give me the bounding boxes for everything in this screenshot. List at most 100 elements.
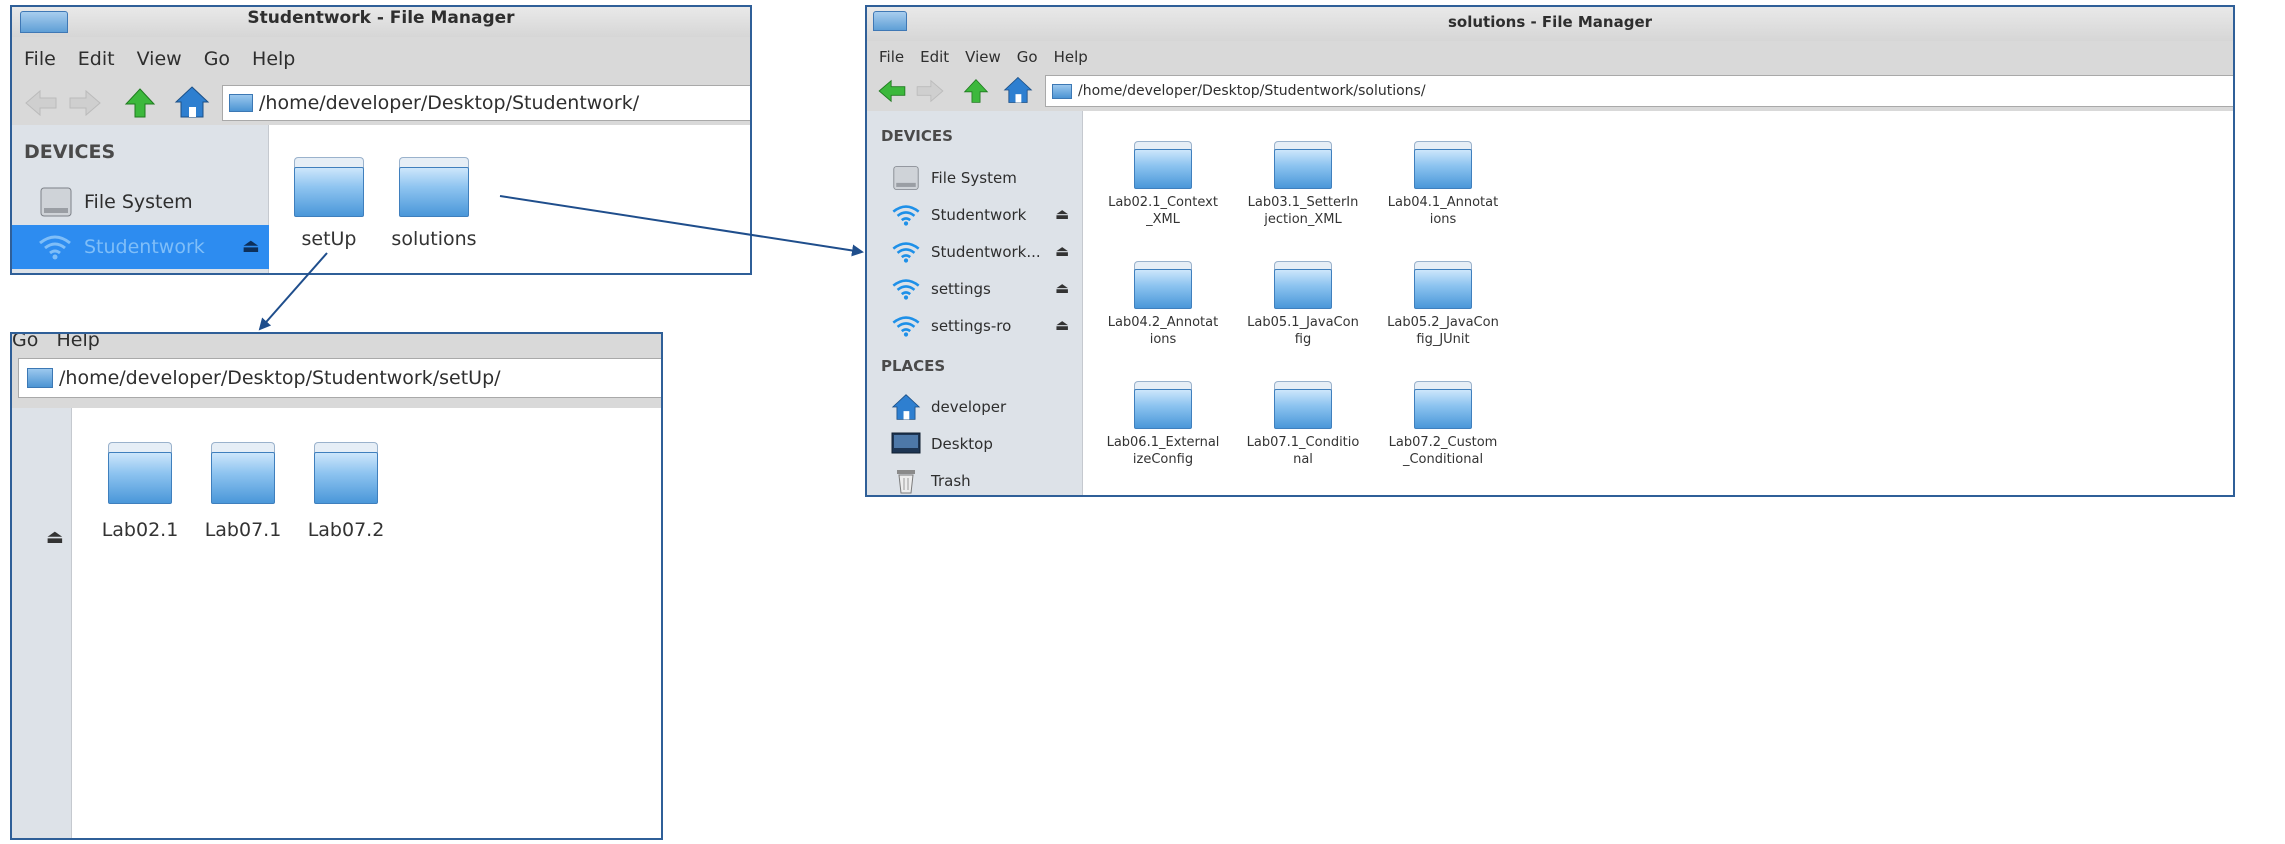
folder-label: jection_XML [1264,211,1342,227]
window-menu-icon[interactable] [873,11,907,31]
folder-item-lab07-1-conditional[interactable]: Lab07.1_Conditio nal [1233,381,1373,469]
home-icon[interactable] [174,85,210,119]
menu-partial-label[interactable]: Go Help [12,334,100,351]
back-arrow-icon[interactable] [877,79,907,103]
folder-label: Lab07.2 [307,519,385,541]
wifi-icon [892,205,920,226]
toolbar: /home/developer/Desktop/Studentwork/setU… [12,358,661,408]
sidebar-item-settings-ro[interactable]: settings-ro ⏏ [867,311,1083,341]
sidebar-item-label: File System [84,191,193,213]
sidebar-item-file-system[interactable]: File System [867,163,1083,193]
menu-file[interactable]: File [879,48,904,66]
folder-item-lab02-1-context-xml[interactable]: Lab02.1_Context _XML [1093,141,1233,229]
folder-label: fig_JUnit [1416,331,1470,347]
sidebar-item-label: settings-ro [931,317,1012,335]
folder-item-lab07-1[interactable]: Lab07.1 [195,442,291,543]
sidebar-item-label: developer [931,398,1007,416]
menu-go[interactable]: Go [1017,48,1038,66]
sidebar-item-desktop[interactable]: Desktop [867,428,1083,460]
sidebar-item-trash[interactable]: Trash [867,465,1083,495]
up-arrow-icon[interactable] [124,87,156,119]
folder-item-lab03-1-setter-injection-xml[interactable]: Lab03.1_SetterIn jection_XML [1233,141,1373,229]
location-bar[interactable]: /home/developer/Desktop/Studentwork/ [222,85,750,121]
folder-icon [211,442,275,504]
menu-help[interactable]: Help [1054,48,1088,66]
folder-label: nal [1293,451,1313,467]
sidebar-item-label: Desktop [931,435,993,453]
window-title: solutions - File Manager [1447,13,1653,31]
desktop-icon [891,432,921,454]
up-arrow-icon[interactable] [963,77,989,105]
location-bar[interactable]: /home/developer/Desktop/Studentwork/solu… [1045,75,2233,107]
folder-item-lab06-1-externalizeconfig[interactable]: Lab06.1_External izeConfig [1093,381,1233,469]
devices-header: DEVICES [24,141,116,163]
file-view: Lab02.1_Context _XML Lab03.1_SetterIn je… [1083,111,2233,495]
sidebar-item-developer[interactable]: developer [867,391,1083,423]
folder-label: Lab07.1_Conditio [1246,435,1360,450]
menu-edit[interactable]: Edit [920,48,949,66]
menu-view[interactable]: View [137,48,182,70]
folder-label: Lab05.2_JavaCon [1387,315,1499,330]
title-bar[interactable]: solutions - File Manager [867,7,2233,41]
home-icon[interactable] [1003,75,1033,105]
folder-icon [1134,381,1192,429]
folder-item-lab07-2[interactable]: Lab07.2 [298,442,394,543]
folder-item-solutions[interactable]: solutions [384,157,484,252]
location-bar[interactable]: /home/developer/Desktop/Studentwork/setU… [18,358,661,398]
sidebar-item-label: Studentwork [84,236,205,258]
folder-label: Lab06.1_External [1106,435,1220,450]
eject-icon[interactable]: ⏏ [1055,242,1069,260]
folder-label: izeConfig [1132,451,1194,467]
folder-icon [1414,381,1472,429]
sidebar: DEVICES File System Studentwork ⏏ [867,111,1083,495]
folder-item-lab04-2-annotations[interactable]: Lab04.2_Annotat ions [1093,261,1233,349]
toolbar: /home/developer/Desktop/Studentwork/solu… [867,73,2233,111]
back-arrow-icon[interactable] [24,89,58,117]
folder-icon [27,368,53,388]
folder-item-lab07-2-custom-conditional[interactable]: Lab07.2_Custom _Conditional [1373,381,1513,469]
menu-view[interactable]: View [965,48,1001,66]
sidebar-item-settings[interactable]: settings ⏏ [867,274,1083,304]
places-header: PLACES [881,357,946,375]
trash-icon [897,470,915,494]
folder-item-setup[interactable]: setUp [289,157,369,252]
sidebar-item-label: File System [931,169,1017,187]
sidebar-item-file-system[interactable]: File System [12,181,269,223]
menu-edit[interactable]: Edit [78,48,115,70]
sidebar-item-studentwork[interactable]: Studentwork ⏏ [867,200,1083,230]
eject-icon[interactable]: ⏏ [1055,279,1069,297]
wifi-icon [892,316,920,337]
window-menu-icon[interactable] [20,11,68,33]
drive-icon [893,166,919,190]
wifi-icon [892,242,920,263]
forward-arrow-icon[interactable] [915,79,945,103]
folder-icon [1052,83,1072,99]
menu-go[interactable]: Go [204,48,230,70]
folder-item-lab05-2-javaconfig-junit[interactable]: Lab05.2_JavaCon fig_JUnit [1373,261,1513,349]
folder-icon [229,94,253,112]
title-bar[interactable]: Studentwork - File Manager [12,7,750,37]
folder-item-lab04-1-annotations[interactable]: Lab04.1_Annotat ions [1373,141,1513,229]
sidebar-item-studentwork-2[interactable]: Studentwork... ⏏ [867,237,1083,267]
folder-item-lab05-1-javaconfig[interactable]: Lab05.1_JavaCon fig [1233,261,1373,349]
eject-icon[interactable]: ⏏ [1055,205,1069,223]
eject-icon[interactable]: ⏏ [242,235,260,257]
menu-help[interactable]: Help [252,48,295,70]
forward-arrow-icon[interactable] [68,89,102,117]
sidebar-item-label: Studentwork... [931,243,1041,261]
folder-label: Lab04.1_Annotat [1387,195,1499,210]
folder-icon [1414,261,1472,309]
folder-item-lab02-1[interactable]: Lab02.1 [92,442,188,543]
menu-bar-partial: Go Help [12,334,661,358]
eject-icon[interactable]: ⏏ [46,526,64,548]
location-path: /home/developer/Desktop/Studentwork/setU… [59,367,501,389]
folder-icon [108,442,172,504]
folder-icon [1134,261,1192,309]
solutions-window: solutions - File Manager File Edit View … [865,5,2235,497]
setup-window: Go Help /home/developer/Desktop/Studentw… [10,332,663,840]
sidebar-item-studentwork[interactable]: Studentwork ⏏ [12,225,269,269]
sidebar-item-label: Trash [931,472,971,490]
eject-icon[interactable]: ⏏ [1055,316,1069,334]
sidebar-item-label: settings [931,280,991,298]
menu-file[interactable]: File [24,48,56,70]
